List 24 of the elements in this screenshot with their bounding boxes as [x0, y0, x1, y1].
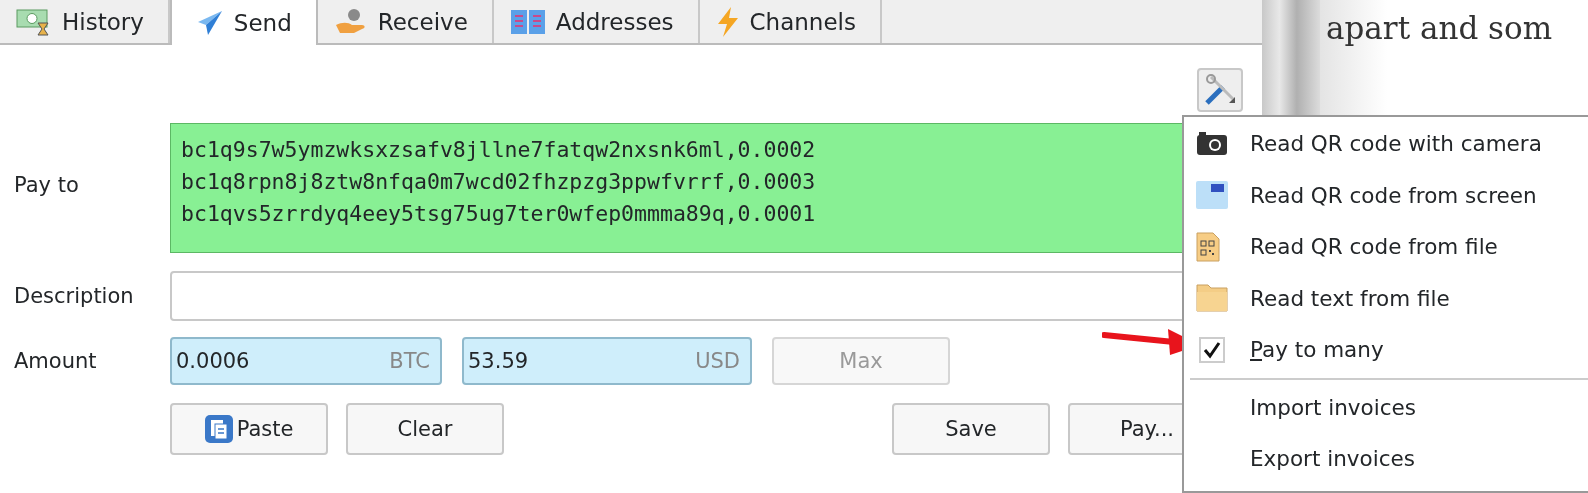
field-label: Pay to: [14, 172, 80, 197]
fiat-amount-field[interactable]: 53.59 USD: [462, 337, 752, 385]
tools-icon: [1203, 73, 1237, 107]
document-text: apart and som: [1326, 10, 1553, 46]
tools-button[interactable]: [1197, 68, 1243, 112]
camera-icon: [1196, 130, 1228, 157]
folder-icon: [1196, 284, 1228, 313]
menu-item[interactable]: Read text from file: [1184, 272, 1588, 324]
field-label: Description: [14, 284, 135, 308]
lightning-icon: [715, 5, 740, 38]
check-icon: [1203, 340, 1221, 359]
banknote-icon: [16, 6, 52, 37]
clipboard-icon: [204, 415, 233, 443]
action-button[interactable]: Clear: [346, 403, 504, 455]
menu-item[interactable]: Pay to many: [1184, 324, 1588, 376]
tab[interactable]: Send: [169, 0, 318, 45]
paste-button[interactable]: Paste: [170, 403, 328, 455]
checkbox[interactable]: [1199, 336, 1225, 363]
action-button[interactable]: Save: [892, 403, 1050, 455]
screen-icon: [1196, 181, 1228, 210]
field-label: Amount: [14, 349, 98, 373]
qr-file-icon: [1196, 231, 1220, 262]
btc-amount-field[interactable]: 0.0006 BTC: [170, 337, 442, 385]
book-icon: [509, 7, 546, 36]
